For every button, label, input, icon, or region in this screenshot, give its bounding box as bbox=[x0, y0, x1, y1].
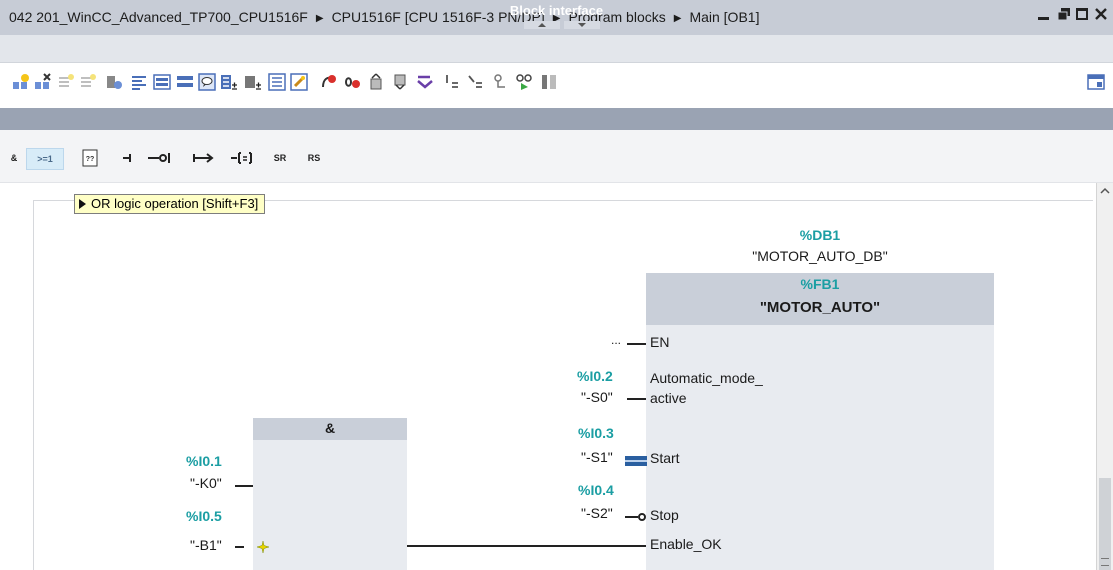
start-address: %I0.3 bbox=[578, 425, 614, 441]
pin-automatic-label-1: Automatic_mode_ bbox=[650, 370, 763, 386]
en-wire bbox=[627, 343, 646, 345]
fb-address: %FB1 bbox=[800, 276, 840, 292]
and-input-2-operand[interactable]: "-B1" bbox=[190, 537, 222, 553]
network-overview-icon[interactable] bbox=[268, 73, 286, 91]
pin-en-label: EN bbox=[650, 334, 670, 350]
absolute-operands-icon[interactable] bbox=[220, 73, 238, 91]
or-instruction[interactable]: >=1 bbox=[26, 148, 64, 170]
clear-all-icon[interactable] bbox=[344, 73, 362, 91]
scrollbar-thumb[interactable] bbox=[1099, 478, 1111, 570]
scroll-up-icon[interactable] bbox=[1096, 183, 1113, 200]
insert-row-icon[interactable] bbox=[57, 73, 75, 91]
fb-block-body[interactable] bbox=[646, 325, 994, 570]
add-input-star-icon[interactable] bbox=[256, 540, 270, 554]
instance-db-address: %DB1 bbox=[799, 227, 841, 243]
assign-icon[interactable] bbox=[466, 73, 484, 91]
open-branch-icon[interactable] bbox=[118, 148, 140, 168]
favorites-edit-icon[interactable] bbox=[290, 73, 308, 91]
tooltip: OR logic operation [Shift+F3] bbox=[74, 194, 266, 214]
monitor-icon[interactable] bbox=[492, 73, 510, 91]
tooltip-text: OR logic operation [Shift+F3] bbox=[91, 196, 259, 211]
pin-stop-label: Stop bbox=[650, 507, 679, 523]
tooltip-expand-icon bbox=[79, 198, 86, 209]
automatic-wire bbox=[627, 398, 646, 400]
and-input-1-operand[interactable]: "-K0" bbox=[190, 475, 222, 491]
secondary-header-strip bbox=[0, 35, 1113, 63]
stop-negation-icon bbox=[625, 509, 647, 521]
pin-start-label: Start bbox=[650, 450, 680, 466]
start-edge-icon bbox=[625, 453, 647, 466]
and-instruction[interactable]: & bbox=[6, 148, 22, 168]
automatic-operand[interactable]: "-S0" bbox=[581, 389, 613, 405]
en-operand[interactable]: ... bbox=[611, 333, 621, 347]
scrollbar-grip-icon bbox=[1101, 558, 1109, 566]
pin-enable-label: Enable_OK bbox=[650, 536, 722, 552]
sr-flipflop-instruction[interactable]: SR bbox=[268, 148, 292, 168]
automatic-address: %I0.2 bbox=[577, 368, 613, 384]
close-branch-icon[interactable] bbox=[191, 148, 217, 168]
negate-icon[interactable] bbox=[145, 148, 177, 168]
and-input-2-wire bbox=[235, 546, 244, 548]
empty-box-instruction[interactable]: ?? bbox=[79, 148, 101, 168]
upload-icon[interactable] bbox=[392, 73, 410, 91]
block-interface-bar[interactable] bbox=[0, 108, 1113, 130]
network-comments-icon[interactable] bbox=[130, 73, 148, 91]
insert-network-icon[interactable] bbox=[12, 73, 30, 91]
clear-breakpoints-icon[interactable] bbox=[320, 73, 338, 91]
window-icon[interactable] bbox=[1087, 73, 1105, 91]
glasses-icon[interactable] bbox=[515, 73, 533, 91]
assignment-icon[interactable] bbox=[229, 148, 261, 168]
and-to-enable-wire bbox=[407, 545, 646, 547]
svg-text:??: ?? bbox=[86, 156, 95, 163]
and-input-1-address: %I0.1 bbox=[186, 453, 222, 469]
tag-info-icon[interactable] bbox=[244, 73, 262, 91]
splitter-grip[interactable] bbox=[524, 16, 600, 29]
stop-address: %I0.4 bbox=[578, 482, 614, 498]
and-input-2-address: %I0.5 bbox=[186, 508, 222, 524]
instruction-bar: & >=1 ?? SR RS bbox=[0, 130, 1113, 183]
editor-toolbar bbox=[0, 63, 1113, 109]
add-row-icon[interactable] bbox=[79, 73, 97, 91]
open-all-networks-icon[interactable] bbox=[153, 73, 171, 91]
rs-flipflop-instruction[interactable]: RS bbox=[302, 148, 326, 168]
instance-db-name[interactable]: "MOTOR_AUTO_DB" bbox=[650, 248, 990, 264]
close-all-networks-icon[interactable] bbox=[176, 73, 194, 91]
and-block-body[interactable] bbox=[253, 440, 407, 570]
favorites-icon[interactable] bbox=[198, 73, 216, 91]
status-icon[interactable] bbox=[540, 73, 558, 91]
compare-icon[interactable] bbox=[416, 73, 434, 91]
stop-operand[interactable]: "-S2" bbox=[581, 505, 613, 521]
and-input-1-wire bbox=[235, 485, 253, 487]
fb-name: "MOTOR_AUTO" bbox=[759, 299, 881, 316]
and-block-title: & bbox=[324, 420, 336, 436]
call-hierarchy-icon[interactable] bbox=[442, 73, 460, 91]
pin-automatic-label-2: active bbox=[650, 390, 687, 406]
show-symbols-icon[interactable] bbox=[105, 73, 123, 91]
network-border-left bbox=[33, 200, 34, 570]
download-icon[interactable] bbox=[368, 73, 386, 91]
delete-network-icon[interactable] bbox=[34, 73, 52, 91]
start-operand[interactable]: "-S1" bbox=[581, 449, 613, 465]
